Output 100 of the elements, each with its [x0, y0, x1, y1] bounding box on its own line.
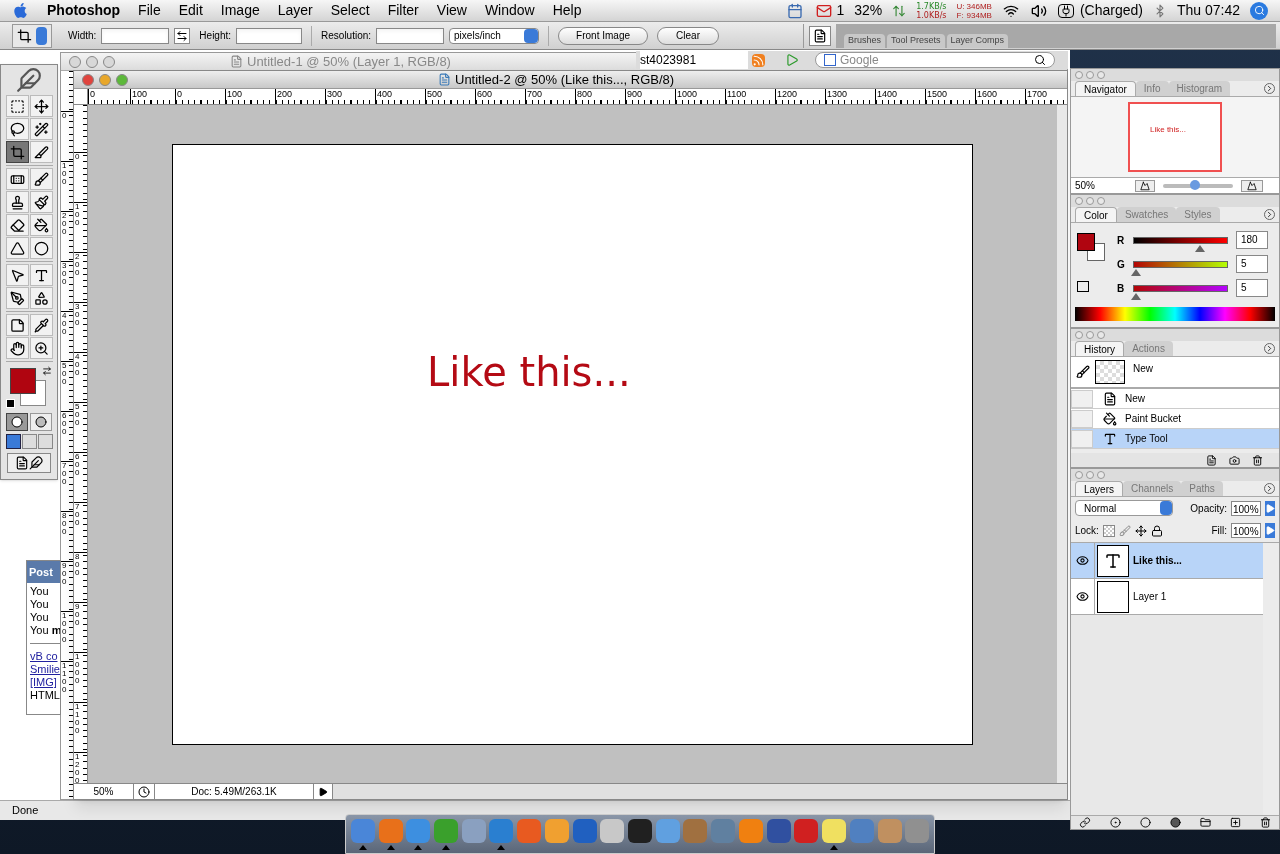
slider-thumb[interactable]: [1130, 268, 1141, 276]
tool-button[interactable]: [29, 264, 53, 286]
ruler-origin[interactable]: [74, 89, 88, 105]
tool-button[interactable]: [29, 95, 53, 117]
mask-icon[interactable]: [1140, 817, 1151, 828]
history-item[interactable]: Paint Bucket: [1071, 409, 1279, 429]
clock-icon[interactable]: [138, 785, 150, 798]
opacity-arrow-icon[interactable]: [1265, 500, 1275, 516]
slider-thumb[interactable]: [1194, 244, 1205, 252]
tool-button[interactable]: [29, 141, 53, 163]
layer-style-icon[interactable]: [1110, 817, 1121, 828]
tool-button[interactable]: [29, 314, 53, 336]
lock-transparency-icon[interactable]: [1102, 524, 1115, 537]
tool-button[interactable]: [29, 214, 53, 236]
app-icon[interactable]: [600, 818, 625, 843]
tool-button[interactable]: [5, 287, 29, 309]
link-icon[interactable]: [1079, 817, 1091, 828]
slider-thumb[interactable]: [1130, 292, 1141, 300]
channel-value-field[interactable]: 5: [1236, 279, 1268, 297]
panel-tab[interactable]: Layers: [1075, 481, 1123, 496]
default-colors-icon[interactable]: [6, 399, 15, 408]
lock-icon[interactable]: [1150, 524, 1163, 537]
window-control-button[interactable]: [82, 73, 94, 86]
tool-button[interactable]: [5, 237, 29, 259]
window-control-button[interactable]: [116, 73, 128, 86]
tool-button[interactable]: [5, 337, 29, 359]
menu-item[interactable]: Edit: [178, 0, 203, 21]
window-control-button[interactable]: [99, 73, 111, 86]
app-icon[interactable]: [628, 818, 653, 843]
tool-button[interactable]: [29, 287, 53, 309]
volume-icon[interactable]: [1029, 2, 1048, 19]
layer-row[interactable]: Like this...: [1071, 543, 1263, 579]
swap-colors-icon[interactable]: [42, 366, 52, 376]
navigator-preview[interactable]: Like this...: [1128, 102, 1222, 172]
app-menu[interactable]: Photoshop: [47, 0, 121, 21]
menu-item[interactable]: Layer: [277, 0, 313, 21]
panel-tab[interactable]: History: [1075, 341, 1125, 356]
window-control-button[interactable]: [86, 55, 98, 68]
snapshot-brush-icon[interactable]: [1076, 365, 1090, 379]
height-field[interactable]: [236, 27, 303, 44]
camera-icon[interactable]: [1229, 454, 1240, 466]
front-image-button[interactable]: Front Image: [558, 26, 649, 45]
adjustment-icon[interactable]: [1170, 817, 1181, 828]
palette-well-icon[interactable]: [809, 25, 831, 46]
tool-button[interactable]: [5, 214, 29, 236]
go-icon[interactable]: [785, 53, 799, 67]
clear-button[interactable]: Clear: [657, 26, 720, 45]
new-layer-icon[interactable]: [1230, 817, 1241, 828]
link[interactable]: vB co: [30, 650, 60, 663]
tool-button[interactable]: [29, 237, 53, 259]
zoom-in-icon[interactable]: [1241, 179, 1263, 192]
app-icon[interactable]: [822, 818, 847, 843]
palette-well-tab[interactable]: Brushes: [844, 33, 886, 48]
menu-item[interactable]: File: [138, 0, 161, 21]
history-item[interactable]: New: [1071, 389, 1279, 409]
zoom-slider[interactable]: [1163, 183, 1233, 188]
tool-button[interactable]: [29, 118, 53, 140]
tool-button[interactable]: [29, 337, 53, 359]
menu-item[interactable]: Help: [552, 0, 582, 21]
color-spectrum[interactable]: [1075, 307, 1275, 321]
layer-row[interactable]: Layer 1: [1071, 579, 1263, 615]
eye-icon[interactable]: [1076, 554, 1089, 567]
palette-well-tab[interactable]: Layer Comps: [946, 33, 1009, 48]
status-menu-icon[interactable]: [318, 786, 328, 797]
tool-button[interactable]: [5, 264, 29, 286]
tool-button[interactable]: [29, 191, 53, 213]
address-field[interactable]: st4023981: [640, 51, 748, 69]
menu-item[interactable]: Filter: [387, 0, 419, 21]
eye-icon[interactable]: [1076, 590, 1089, 603]
window-control-button[interactable]: [103, 55, 115, 68]
tool-button[interactable]: [5, 191, 29, 213]
tool-button[interactable]: [5, 314, 29, 336]
window-control-button[interactable]: [69, 55, 81, 68]
history-item[interactable]: Type Tool: [1071, 429, 1279, 449]
menu-item[interactable]: Image: [220, 0, 260, 21]
blend-mode-select[interactable]: Normal: [1075, 500, 1173, 516]
folder-icon[interactable]: [1200, 817, 1211, 828]
panel-tab[interactable]: Navigator: [1075, 81, 1136, 96]
history-snapshot[interactable]: New: [1133, 361, 1153, 376]
link[interactable]: [IMG]: [30, 676, 60, 689]
tool-button[interactable]: [5, 95, 29, 117]
fill-field[interactable]: 100%: [1231, 523, 1261, 538]
color-swatches[interactable]: [1077, 233, 1106, 262]
menu-item[interactable]: Window: [484, 0, 535, 21]
tool-button[interactable]: [5, 168, 29, 190]
tool-preset-picker[interactable]: [12, 23, 52, 48]
channel-value-field[interactable]: 180: [1236, 231, 1268, 249]
palette-well-tab[interactable]: Tool Presets: [887, 33, 945, 48]
apple-icon[interactable]: [12, 2, 29, 19]
slider-thumb[interactable]: [1189, 179, 1200, 190]
unit-select[interactable]: pixels/inch: [449, 27, 540, 44]
panel-tab[interactable]: Color: [1075, 207, 1117, 222]
search-icon[interactable]: [1034, 54, 1046, 66]
fill-arrow-icon[interactable]: [1265, 523, 1275, 538]
mask-mode-button[interactable]: [30, 413, 52, 431]
foreground-color-swatch[interactable]: [10, 368, 36, 394]
menu-item[interactable]: Select: [330, 0, 370, 21]
lock-move-icon[interactable]: [1134, 524, 1147, 537]
zoom-level[interactable]: 50%: [74, 784, 134, 799]
tool-button[interactable]: [5, 141, 29, 163]
